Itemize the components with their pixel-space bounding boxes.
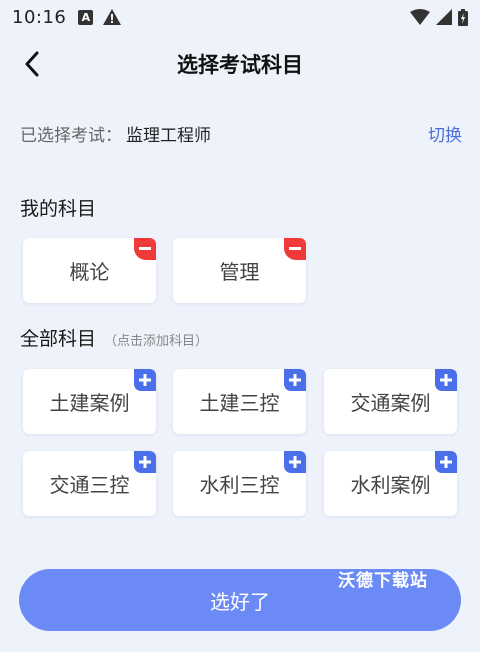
selected-exam-label: 已选择考试：: [20, 125, 122, 146]
add-subject-button[interactable]: [284, 369, 306, 391]
watermark: 沃德下载站: [338, 571, 428, 591]
subject-label: 交通三控: [49, 473, 130, 497]
chevron-left-icon: [25, 51, 39, 77]
subject-label: 土建三控: [199, 391, 280, 415]
subject-label: 交通案例: [350, 391, 431, 415]
switch-exam-link[interactable]: 切换: [428, 121, 462, 146]
subject-label: 水利案例: [350, 473, 431, 497]
header: 选择考试科目: [0, 34, 480, 94]
plus-icon: [440, 456, 452, 468]
subject-card[interactable]: 土建案例: [23, 369, 156, 434]
status-notifications: A: [78, 9, 122, 25]
my-subject-card[interactable]: 概论: [23, 238, 156, 303]
my-subject-card[interactable]: 管理: [173, 238, 306, 303]
minus-icon: [139, 247, 151, 250]
notification-a-icon: A: [78, 9, 94, 25]
confirm-button-label: 选好了: [210, 589, 270, 614]
all-subjects-title-text: 全部科目: [20, 328, 97, 350]
add-subject-button[interactable]: [435, 369, 457, 391]
wifi-icon: [410, 9, 430, 25]
all-subjects-title: 全部科目 （点击添加科目）: [20, 324, 208, 351]
my-subjects-title: 我的科目: [20, 194, 96, 221]
all-subjects-hint: （点击添加科目）: [104, 334, 209, 349]
subject-label: 水利三控: [199, 473, 280, 497]
subject-label: 概论: [69, 260, 110, 284]
add-subject-button[interactable]: [435, 451, 457, 473]
plus-icon: [139, 456, 151, 468]
remove-subject-button[interactable]: [134, 238, 156, 260]
add-subject-button[interactable]: [284, 451, 306, 473]
subject-card[interactable]: 水利三控: [173, 451, 306, 516]
add-subject-button[interactable]: [134, 451, 156, 473]
status-time: 10:16: [12, 6, 67, 28]
subject-label: 土建案例: [49, 391, 130, 415]
subject-card[interactable]: 交通案例: [324, 369, 457, 434]
battery-icon: [458, 8, 468, 26]
status-bar: 10:16 A: [0, 0, 480, 34]
subject-label: 管理: [219, 260, 260, 284]
selected-exam-value: 监理工程师: [126, 125, 211, 146]
status-system-icons: [410, 8, 468, 26]
subject-card[interactable]: 交通三控: [23, 451, 156, 516]
subject-card[interactable]: 水利案例: [324, 451, 457, 516]
subject-card[interactable]: 土建三控: [173, 369, 306, 434]
plus-icon: [139, 374, 151, 386]
add-subject-button[interactable]: [134, 369, 156, 391]
plus-icon: [289, 374, 301, 386]
remove-subject-button[interactable]: [284, 238, 306, 260]
page-title: 选择考试科目: [177, 53, 303, 77]
back-button[interactable]: [18, 50, 46, 78]
warning-icon: [103, 9, 122, 25]
plus-icon: [440, 374, 452, 386]
signal-icon: [436, 9, 452, 25]
plus-icon: [289, 456, 301, 468]
my-subjects-title-text: 我的科目: [20, 198, 97, 220]
minus-icon: [289, 247, 301, 250]
selected-exam-row: 已选择考试： 监理工程师 切换: [20, 118, 462, 148]
